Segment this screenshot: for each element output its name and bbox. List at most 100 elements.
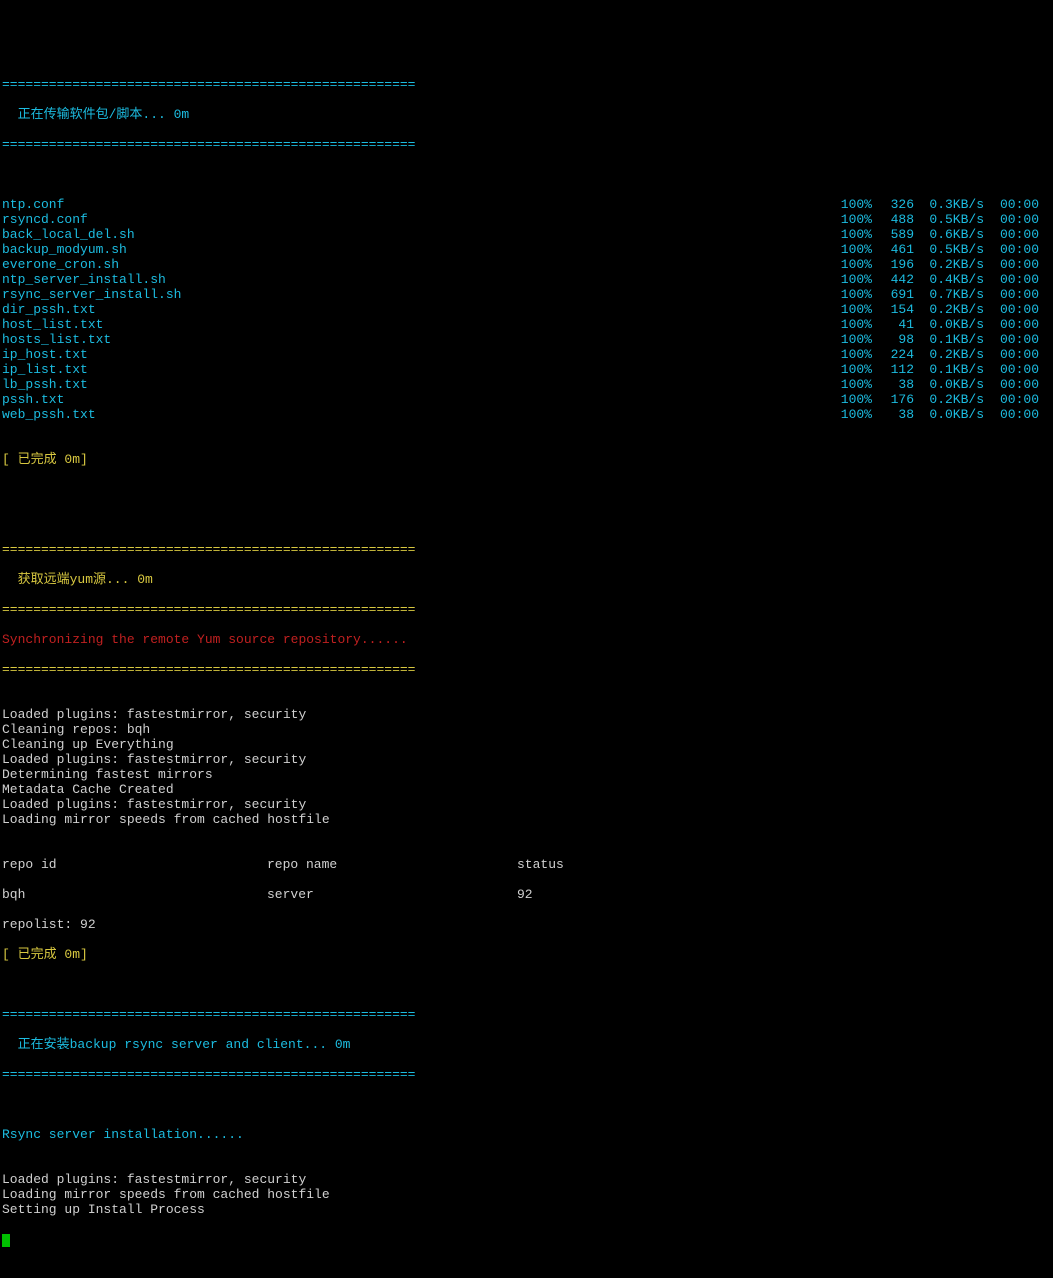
file-percent: 100% [832, 392, 872, 407]
file-percent: 100% [832, 227, 872, 242]
file-percent: 100% [832, 242, 872, 257]
file-rate: 0.0KB/s [914, 377, 984, 392]
file-time: 00:00 [984, 227, 1039, 242]
done-marker-1: [ 已完成 0m] [2, 452, 1053, 467]
log-line: Cleaning repos: bqh [2, 722, 1053, 737]
file-transfer-row: everone_cron.sh100%1960.2KB/s00:00 [2, 257, 1053, 272]
file-percent: 100% [832, 362, 872, 377]
file-time: 00:00 [984, 197, 1039, 212]
file-percent: 100% [832, 257, 872, 272]
file-time: 00:00 [984, 212, 1039, 227]
file-rate: 0.7KB/s [914, 287, 984, 302]
file-transfer-row: lb_pssh.txt100%380.0KB/s00:00 [2, 377, 1053, 392]
file-size: 461 [872, 242, 914, 257]
file-rate: 0.4KB/s [914, 272, 984, 287]
file-rate: 0.0KB/s [914, 317, 984, 332]
file-transfer-row: ip_list.txt100%1120.1KB/s00:00 [2, 362, 1053, 377]
file-percent: 100% [832, 212, 872, 227]
separator-line: ========================================… [2, 602, 1053, 617]
repo-status-value: 92 [517, 887, 533, 902]
file-name: ip_host.txt [2, 347, 832, 362]
log-line: Metadata Cache Created [2, 782, 1053, 797]
file-rate: 0.5KB/s [914, 242, 984, 257]
repo-name-header: repo name [267, 857, 517, 872]
log-line: Loaded plugins: fastestmirror, security [2, 797, 1053, 812]
file-transfer-row: ntp.conf100%3260.3KB/s00:00 [2, 197, 1053, 212]
file-rate: 0.6KB/s [914, 227, 984, 242]
log-line: Loading mirror speeds from cached hostfi… [2, 812, 1053, 827]
file-transfer-row: backup_modyum.sh100%4610.5KB/s00:00 [2, 242, 1053, 257]
file-time: 00:00 [984, 242, 1039, 257]
file-transfer-row: dir_pssh.txt100%1540.2KB/s00:00 [2, 302, 1053, 317]
file-name: web_pssh.txt [2, 407, 832, 422]
file-name: dir_pssh.txt [2, 302, 832, 317]
log-line: Loaded plugins: fastestmirror, security [2, 707, 1053, 722]
file-name: ip_list.txt [2, 362, 832, 377]
file-name: backup_modyum.sh [2, 242, 832, 257]
file-name: ntp.conf [2, 197, 832, 212]
file-rate: 0.1KB/s [914, 362, 984, 377]
file-time: 00:00 [984, 392, 1039, 407]
file-transfer-row: host_list.txt100%410.0KB/s00:00 [2, 317, 1053, 332]
file-time: 00:00 [984, 272, 1039, 287]
file-time: 00:00 [984, 332, 1039, 347]
file-size: 589 [872, 227, 914, 242]
file-size: 38 [872, 377, 914, 392]
file-time: 00:00 [984, 302, 1039, 317]
file-name: everone_cron.sh [2, 257, 832, 272]
section3-title: 正在安装backup rsync server and client... 0m [2, 1037, 1053, 1052]
file-rate: 0.2KB/s [914, 392, 984, 407]
file-transfer-row: rsyncd.conf100%4880.5KB/s00:00 [2, 212, 1053, 227]
file-name: rsyncd.conf [2, 212, 832, 227]
separator-line: ========================================… [2, 542, 1053, 557]
file-rate: 0.1KB/s [914, 332, 984, 347]
section2-title: 获取远端yum源... 0m [2, 572, 1053, 587]
blank-line [2, 482, 1053, 497]
file-percent: 100% [832, 347, 872, 362]
file-percent: 100% [832, 317, 872, 332]
file-transfer-row: hosts_list.txt100%980.1KB/s00:00 [2, 332, 1053, 347]
done-marker-2: [ 已完成 0m] [2, 947, 1053, 962]
file-size: 41 [872, 317, 914, 332]
file-size: 112 [872, 362, 914, 377]
separator-line: ========================================… [2, 662, 1053, 677]
file-rate: 0.2KB/s [914, 347, 984, 362]
sync-message: Synchronizing the remote Yum source repo… [2, 632, 1053, 647]
file-transfer-row: rsync_server_install.sh100%6910.7KB/s00:… [2, 287, 1053, 302]
file-percent: 100% [832, 287, 872, 302]
file-percent: 100% [832, 272, 872, 287]
repo-header: repo idrepo namestatus [2, 857, 1053, 872]
log-line: Loaded plugins: fastestmirror, security [2, 1172, 1053, 1187]
file-percent: 100% [832, 332, 872, 347]
file-name: lb_pssh.txt [2, 377, 832, 392]
terminal-cursor [2, 1234, 10, 1247]
file-rate: 0.5KB/s [914, 212, 984, 227]
rsync-message: Rsync server installation...... [2, 1127, 1053, 1142]
log-line: Setting up Install Process [2, 1202, 1053, 1217]
file-transfer-row: ip_host.txt100%2240.2KB/s00:00 [2, 347, 1053, 362]
file-rate: 0.2KB/s [914, 302, 984, 317]
blank-line [2, 1097, 1053, 1112]
file-size: 326 [872, 197, 914, 212]
file-time: 00:00 [984, 362, 1039, 377]
file-name: pssh.txt [2, 392, 832, 407]
file-size: 224 [872, 347, 914, 362]
file-size: 98 [872, 332, 914, 347]
log-line: Loading mirror speeds from cached hostfi… [2, 1187, 1053, 1202]
file-transfer-row: ntp_server_install.sh100%4420.4KB/s00:00 [2, 272, 1053, 287]
separator-line: ========================================… [2, 77, 1053, 92]
file-name: back_local_del.sh [2, 227, 832, 242]
file-time: 00:00 [984, 317, 1039, 332]
file-transfer-row: back_local_del.sh100%5890.6KB/s00:00 [2, 227, 1053, 242]
file-size: 196 [872, 257, 914, 272]
log-line: Determining fastest mirrors [2, 767, 1053, 782]
file-name: hosts_list.txt [2, 332, 832, 347]
file-time: 00:00 [984, 347, 1039, 362]
log-line: Cleaning up Everything [2, 737, 1053, 752]
separator-line: ========================================… [2, 1067, 1053, 1082]
repo-name-value: server [267, 887, 517, 902]
file-rate: 0.0KB/s [914, 407, 984, 422]
file-time: 00:00 [984, 377, 1039, 392]
file-percent: 100% [832, 302, 872, 317]
file-size: 488 [872, 212, 914, 227]
